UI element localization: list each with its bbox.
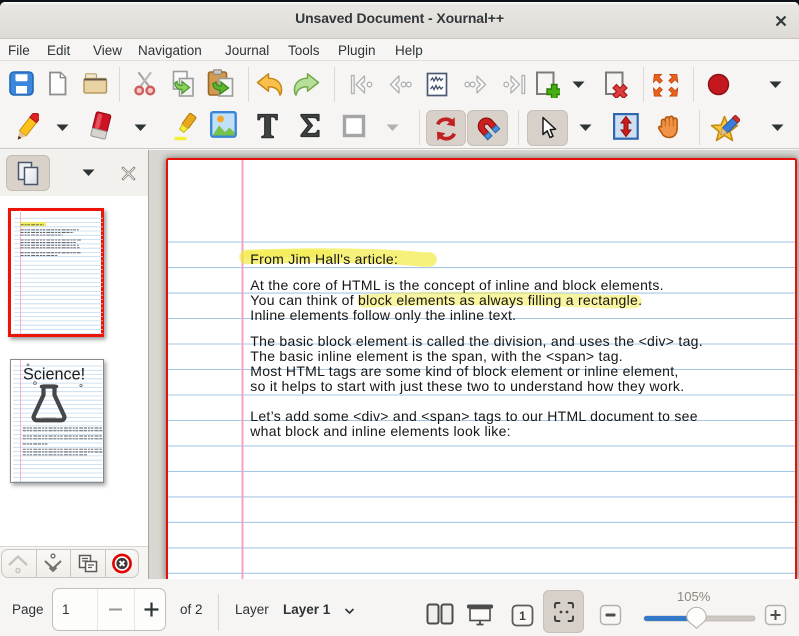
svg-text:1: 1 [519, 609, 526, 623]
svg-text:Science!: Science! [23, 366, 85, 384]
